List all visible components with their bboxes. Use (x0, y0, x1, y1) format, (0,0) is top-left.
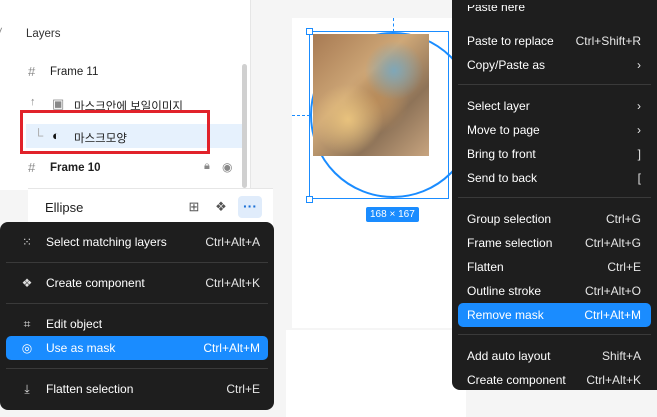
layer-label: Frame 10 (50, 162, 101, 174)
menu-item-select-layer[interactable]: Select layer › (458, 94, 651, 118)
dimension-badge: 168 × 167 (366, 207, 419, 222)
layer-row-frame-11[interactable]: # Frame 11 (0, 60, 242, 84)
menu-item-edit-object[interactable]: ⌗ Edit object (6, 312, 268, 336)
component-icon[interactable]: ❖ (212, 198, 230, 216)
menu-item-outline-stroke[interactable]: Outline stroke Ctrl+Alt+O (458, 279, 651, 303)
menu-item-bring-to-front[interactable]: Bring to front ] (458, 142, 651, 166)
resize-handle[interactable] (306, 28, 313, 35)
edit-object-icon: ⌗ (23, 317, 31, 331)
menu-item-remove-mask[interactable]: Remove mask Ctrl+Alt+M (458, 303, 651, 327)
menu-item-group-selection[interactable]: Group selection Ctrl+G (458, 207, 651, 231)
select-matching-icon: ⁙ (21, 235, 33, 249)
flatten-icon: ⤓ (24, 382, 30, 396)
chevron-right-icon: › (637, 123, 641, 137)
menu-item-create-component[interactable]: Create component Ctrl+Alt+K (458, 368, 651, 392)
menu-item-use-as-mask[interactable]: ◎ Use as mask Ctrl+Alt+M (6, 336, 268, 360)
menu-item-shortcut: Ctrl+G (605, 212, 641, 226)
menu-item-shortcut: Ctrl+Alt+M (203, 341, 260, 355)
menu-item-label: Edit object (46, 317, 103, 331)
menu-item-label: Group selection (467, 212, 552, 226)
menu-item-label: Frame selection (467, 236, 553, 250)
menu-item-shortcut: Ctrl+E (226, 382, 260, 396)
menu-item-label: Send to back (467, 171, 538, 185)
chevron-right-icon: › (637, 99, 641, 113)
selection-frame (309, 31, 449, 199)
menu-item-shortcut: ] (637, 147, 641, 161)
component-icon: ❖ (21, 276, 33, 290)
menu-item-label: Bring to front (467, 147, 536, 161)
menu-item-label: Use as mask (46, 341, 116, 355)
menu-divider (458, 84, 651, 85)
lock-icon[interactable]: 🔒︎ (204, 160, 210, 173)
menu-item-label: Paste here (467, 5, 526, 14)
menu-item-label: Add auto layout (467, 349, 551, 363)
menu-item-add-auto-layout[interactable]: Add auto layout Shift+A (458, 344, 651, 368)
menu-item-label: Remove mask (467, 308, 544, 322)
eye-icon[interactable]: ◉ (222, 160, 232, 174)
menu-item-flatten[interactable]: Flatten Ctrl+E (458, 255, 651, 279)
menu-item-shortcut: [ (637, 171, 641, 185)
menu-item-shortcut: Ctrl+Alt+K (586, 373, 641, 387)
menu-item-label: Copy/Paste as (467, 58, 546, 72)
menu-divider (458, 334, 651, 335)
more-button[interactable]: ··· (238, 196, 262, 218)
menu-item-copy-paste-as[interactable]: Copy/Paste as › (458, 53, 651, 77)
menu-item-paste-to-replace[interactable]: Paste to replace Ctrl+Shift+R (458, 29, 651, 53)
context-menu-left: ⁙ Select matching layers Ctrl+Alt+A ❖ Cr… (0, 222, 274, 410)
menu-item-label: Paste to replace (467, 34, 554, 48)
menu-divider (458, 197, 651, 198)
menu-item-label: Flatten selection (46, 382, 134, 396)
menu-item-label: Move to page (467, 123, 540, 137)
menu-divider (6, 262, 268, 263)
selection-title: Ellipse (45, 200, 84, 215)
menu-item-label: Outline stroke (467, 284, 542, 298)
menu-divider (6, 303, 268, 304)
layer-row-frame-10[interactable]: # Frame 10 🔒︎ ◉ (0, 156, 242, 180)
resize-handle[interactable] (306, 196, 313, 203)
mask-icon: ◎ (21, 341, 33, 355)
menu-item-shortcut: Ctrl+Alt+A (205, 235, 260, 249)
arrow-up-icon: ↑ (30, 96, 36, 108)
frame-icon: # (28, 64, 36, 79)
menu-item-shortcut: Ctrl+E (607, 260, 641, 274)
frame-icon: # (28, 160, 36, 175)
menu-item-flatten-selection[interactable]: ⤓ Flatten selection Ctrl+E (6, 377, 268, 401)
canvas-frame-lower (286, 330, 466, 417)
menu-item-create-component[interactable]: ❖ Create component Ctrl+Alt+K (6, 271, 268, 295)
chevron-down-icon[interactable]: ˅ (0, 26, 3, 38)
menu-item-shortcut: Ctrl+Alt+M (584, 308, 641, 322)
menu-item-label: Select matching layers (46, 235, 167, 249)
menu-item-shortcut: Ctrl+Alt+K (205, 276, 260, 290)
menu-item-send-to-back[interactable]: Send to back [ (458, 166, 651, 190)
menu-item-frame-selection[interactable]: Frame selection Ctrl+Alt+G (458, 231, 651, 255)
menu-item-paste-here[interactable]: Paste here (458, 5, 651, 19)
menu-item-shortcut: Ctrl+Alt+G (584, 236, 641, 250)
guide-line (393, 18, 394, 32)
menu-item-move-to-page[interactable]: Move to page › (458, 118, 651, 142)
chevron-right-icon: › (637, 58, 641, 72)
grid-icon[interactable]: ⊞ (185, 198, 203, 216)
context-menu-right: Paste here Paste to replace Ctrl+Shift+R… (452, 0, 657, 390)
layer-label: Frame 11 (50, 66, 99, 78)
menu-item-shortcut: Ctrl+Alt+O (584, 284, 641, 298)
menu-item-label: Create component (46, 276, 145, 290)
menu-item-label: Select layer (467, 99, 530, 113)
menu-divider (6, 368, 268, 369)
layers-scrollbar[interactable] (242, 64, 247, 188)
layers-title: Layers (26, 28, 61, 40)
menu-item-select-matching-layers[interactable]: ⁙ Select matching layers Ctrl+Alt+A (6, 230, 268, 254)
menu-item-shortcut: Ctrl+Shift+R (575, 34, 641, 48)
menu-item-label: Create component (467, 373, 566, 387)
highlight-annotation (20, 110, 210, 154)
menu-item-label: Flatten (467, 260, 504, 274)
menu-item-shortcut: Shift+A (601, 349, 641, 363)
guide-line (292, 115, 310, 116)
